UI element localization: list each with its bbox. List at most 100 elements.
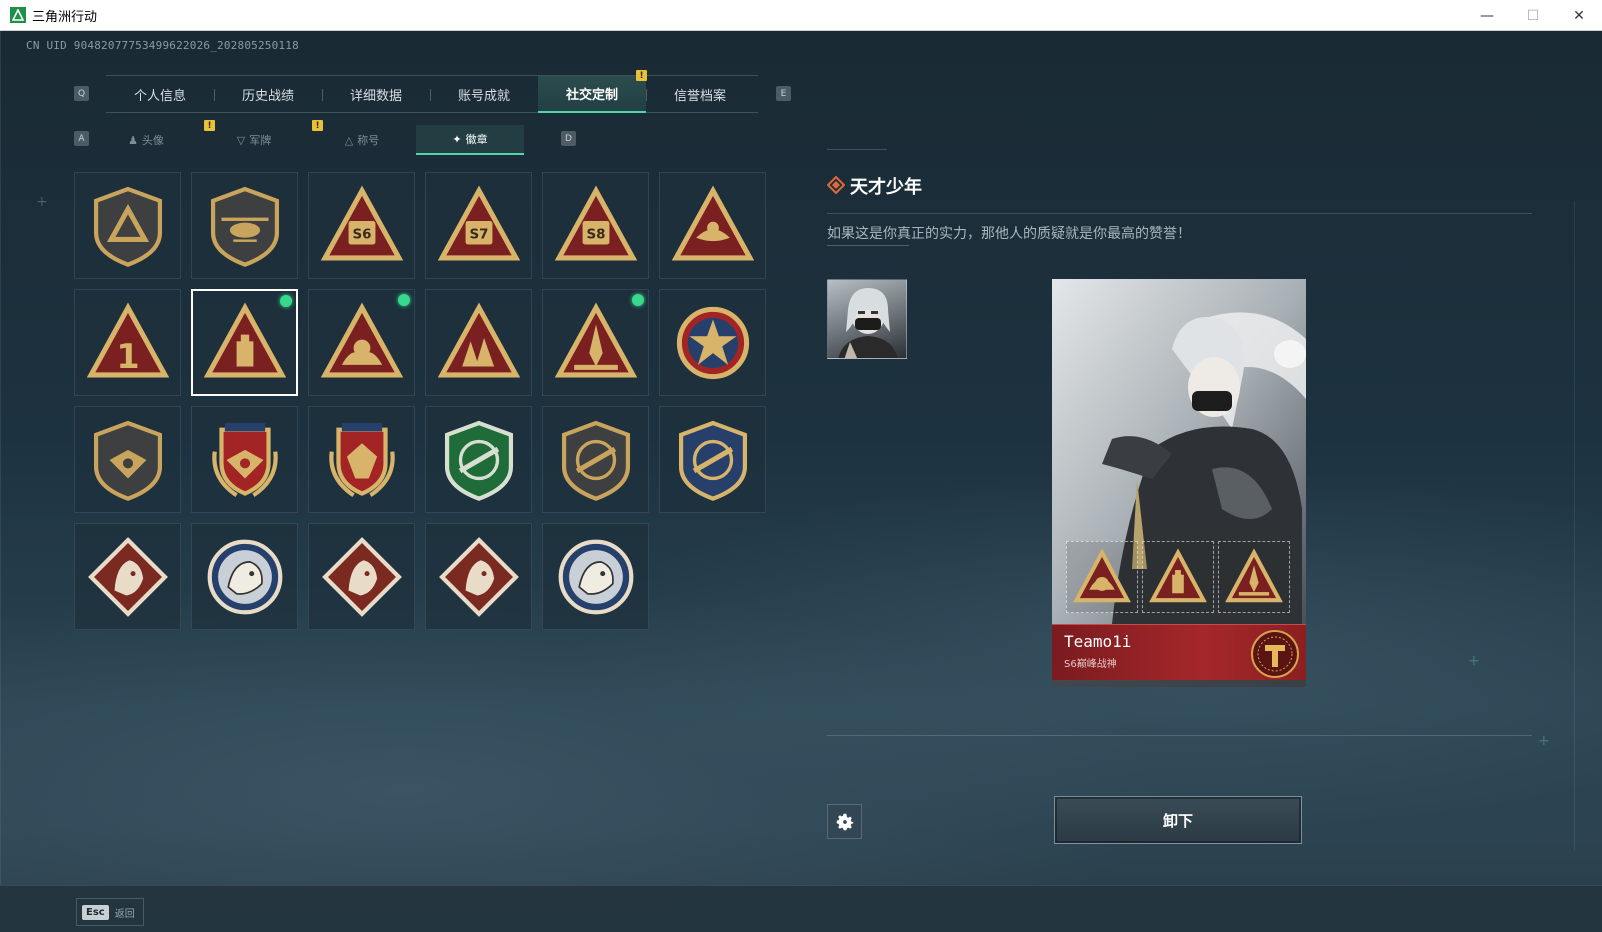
crosshair-deco-icon: + xyxy=(1538,733,1550,749)
dragon-badge-icon xyxy=(321,536,402,617)
bottom-bar: Esc 返回 xyxy=(0,885,1602,932)
soldiers-badge-icon xyxy=(437,301,520,377)
player-name: Teamo1i xyxy=(1064,632,1132,651)
badge-cell[interactable] xyxy=(542,523,649,630)
laurel-shield-badge-icon xyxy=(211,422,278,497)
unequip-button[interactable]: 卸下 xyxy=(1054,796,1302,844)
badge-cell[interactable] xyxy=(425,289,532,396)
s6-season-badge-icon: S6 xyxy=(320,184,403,260)
helicopter-badge-icon xyxy=(210,186,279,267)
tab-reputation[interactable]: 信誉档案 xyxy=(646,76,754,113)
badge-cell[interactable] xyxy=(659,172,766,279)
equipped-slot[interactable] xyxy=(1218,541,1290,613)
tab-social-custom[interactable]: 社交定制 xyxy=(538,76,646,113)
badge-cell[interactable] xyxy=(191,406,298,513)
badge-cell[interactable] xyxy=(308,406,415,513)
window-titlebar: 三角洲行动 — ☐ ✕ xyxy=(0,0,1602,31)
subtab-label: 徽章 xyxy=(465,133,488,146)
title-icon: △ xyxy=(344,133,354,147)
svg-text:S7: S7 xyxy=(469,227,488,242)
badge-cell[interactable]: S7 xyxy=(425,172,532,279)
settings-button[interactable] xyxy=(827,804,862,839)
badge-cell[interactable] xyxy=(74,172,181,279)
wolf-badge-icon xyxy=(87,536,168,617)
player-nameplate: Teamo1i S6巅峰战神 xyxy=(1052,624,1306,680)
s8-season-badge-icon: S8 xyxy=(554,184,637,260)
player-avatar xyxy=(827,279,907,359)
wings-shield-badge-icon xyxy=(93,420,162,501)
rifle-blue-badge-icon xyxy=(678,420,747,501)
tab-match-history[interactable]: 历史战绩 xyxy=(214,76,322,113)
star-medal-badge-icon xyxy=(676,306,749,379)
tab-detailed-data[interactable]: 详细数据 xyxy=(322,76,430,113)
badge-description: 如果这是你真正的实力，那他人的质疑就是你最高的赞誉！ xyxy=(827,226,1191,242)
badge-cell[interactable] xyxy=(425,406,532,513)
game-screen: + + + CN UID 90482077753499622026_202805… xyxy=(0,31,1602,932)
back-button[interactable]: Esc 返回 xyxy=(76,898,144,926)
badge-cell[interactable] xyxy=(308,523,415,630)
hands-gem-badge-icon xyxy=(320,301,403,377)
shield-triangle-badge-icon xyxy=(93,186,162,267)
prev-tab-key[interactable]: Q xyxy=(74,86,89,101)
badge-cell[interactable]: S6 xyxy=(308,172,415,279)
maximize-button[interactable]: ☐ xyxy=(1510,0,1556,31)
badge-cell[interactable] xyxy=(74,406,181,513)
tower-badge-icon xyxy=(203,301,286,377)
badge-cell[interactable] xyxy=(659,406,766,513)
badge-cell[interactable]: 1 xyxy=(74,289,181,396)
subtab-label: 称号 xyxy=(357,134,380,147)
badge-cell[interactable] xyxy=(542,406,649,513)
runner-badge-icon xyxy=(438,536,519,617)
back-label: 返回 xyxy=(114,908,135,920)
rank-emblem-icon xyxy=(1251,630,1299,678)
badge-cell[interactable]: S8 xyxy=(542,172,649,279)
minimize-button[interactable]: — xyxy=(1464,0,1510,31)
subtab-notify-badge: ! xyxy=(204,120,215,131)
badge-cell[interactable] xyxy=(191,172,298,279)
app-logo-icon xyxy=(10,7,26,23)
equipped-badge-slots xyxy=(1066,541,1290,613)
badge-cell[interactable] xyxy=(542,289,649,396)
person-icon: ♟ xyxy=(128,133,138,147)
new-indicator-dot xyxy=(632,294,644,306)
equipped-slot[interactable] xyxy=(1066,541,1138,613)
badge-cell[interactable] xyxy=(74,523,181,630)
window-title: 三角洲行动 xyxy=(32,9,98,25)
crosshair-deco-icon: + xyxy=(36,194,48,210)
subtab-title[interactable]: △ 称号 xyxy=(308,125,416,155)
rank-one-badge-icon: 1 xyxy=(86,301,169,377)
esc-key: Esc xyxy=(82,904,109,920)
lynx-badge-icon xyxy=(558,539,633,614)
close-button[interactable]: ✕ xyxy=(1556,0,1602,31)
badge-grid: S6 S7 S8 1 xyxy=(74,172,770,630)
subtab-label: 头像 xyxy=(141,134,164,147)
badge-cell[interactable] xyxy=(308,289,415,396)
main-tabbar: 个人信息 历史战绩 详细数据 账号成就 社交定制 信誉档案 xyxy=(106,75,758,113)
eagle-round-badge-icon xyxy=(207,539,282,614)
player-card: Teamo1i S6巅峰战神 xyxy=(1052,279,1306,687)
svg-text:S6: S6 xyxy=(352,227,371,242)
tab-achievements[interactable]: 账号成就 xyxy=(430,76,538,113)
next-subtab-key[interactable]: D xyxy=(561,131,576,146)
badge-title: 天才少年 xyxy=(850,177,922,198)
laurel-gem-badge-icon xyxy=(328,422,395,497)
equipped-slot[interactable] xyxy=(1142,541,1214,613)
rifle-green-badge-icon xyxy=(444,420,513,501)
badge-cell[interactable] xyxy=(659,289,766,396)
next-tab-key[interactable]: E xyxy=(776,86,791,101)
subtab-badge[interactable]: ✦ 徽章 xyxy=(416,125,524,155)
rocket-badge-icon xyxy=(554,301,637,377)
new-indicator-dot xyxy=(280,295,292,307)
tab-personal-info[interactable]: 个人信息 xyxy=(106,76,214,113)
prev-subtab-key[interactable]: A xyxy=(74,131,89,146)
subtab-dogtag[interactable]: ▽ 军牌 xyxy=(200,125,308,155)
svg-text:S8: S8 xyxy=(586,227,605,242)
subtab-notify-badge: ! xyxy=(312,120,323,131)
badge-icon: ✦ xyxy=(452,132,462,146)
crosshair-deco-icon: + xyxy=(1468,653,1480,669)
subtab-avatar[interactable]: ♟ 头像 xyxy=(92,125,200,155)
gear-icon xyxy=(836,813,853,830)
badge-cell[interactable] xyxy=(425,523,532,630)
badge-cell[interactable] xyxy=(191,523,298,630)
badge-cell[interactable] xyxy=(191,289,298,396)
